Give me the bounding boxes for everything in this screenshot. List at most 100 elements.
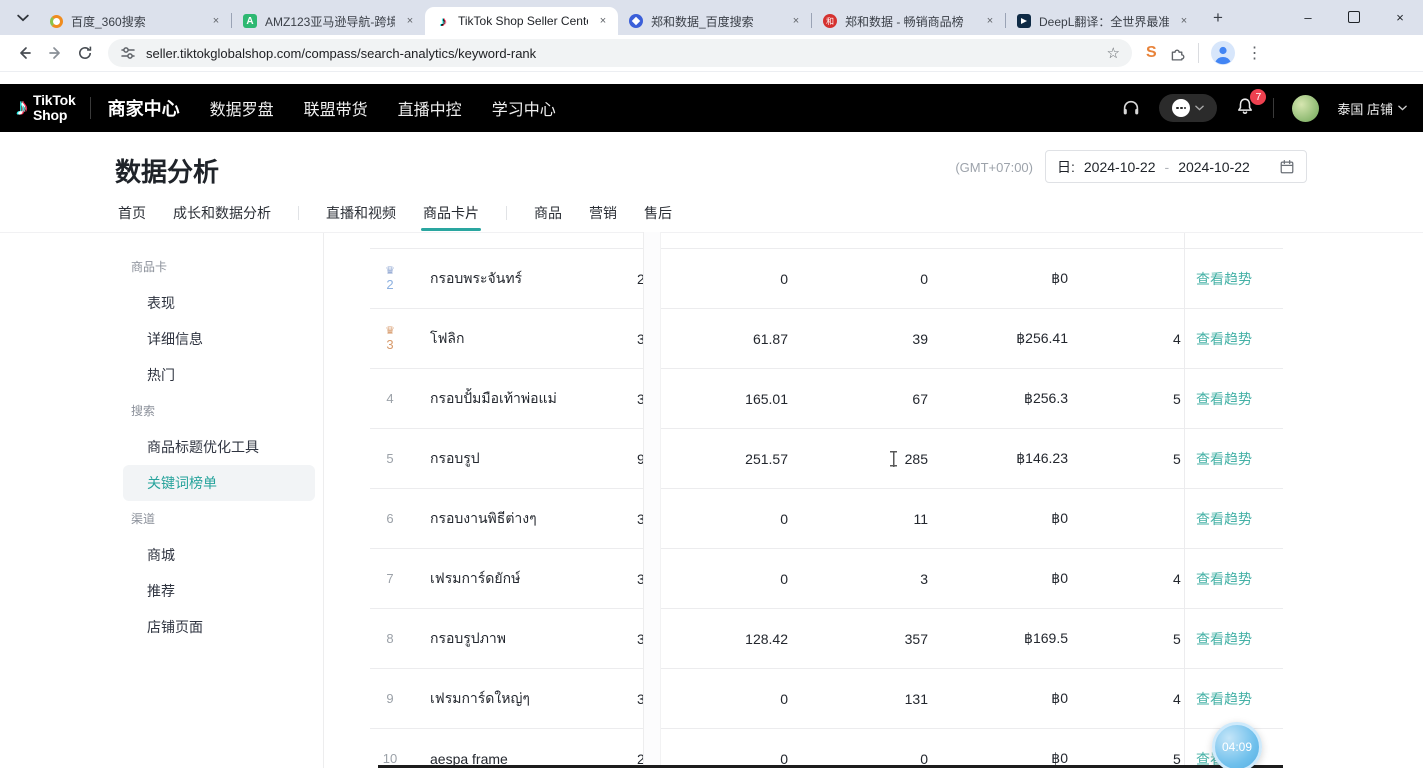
url-text[interactable]: seller.tiktokglobalshop.com/compass/sear… <box>146 46 1107 61</box>
browser-tab-zhenghe-baidu[interactable]: 郑和数据_百度搜索 × <box>618 7 811 35</box>
timezone-label: (GMT+07:00) <box>955 160 1033 175</box>
sticky-column-border <box>1184 233 1185 768</box>
clipped-value <box>1173 249 1184 308</box>
maximize-button[interactable] <box>1331 0 1377 34</box>
tiktok-shop-logo[interactable]: ♪ TikTok Shop <box>16 93 76 122</box>
sidebar-item-mall[interactable]: 商城 <box>115 537 323 573</box>
keyword-cell: aespa frame <box>430 729 635 768</box>
value-cell: 0 <box>830 249 928 308</box>
keyword-cell: กรอบพระจันทร์ <box>430 249 635 308</box>
site-info-icon[interactable] <box>120 45 136 61</box>
extensions-puzzle-icon[interactable] <box>1169 45 1186 62</box>
rank-cell: 5 <box>376 429 404 488</box>
value-cell: 11 <box>830 489 928 548</box>
back-button[interactable] <box>10 38 40 68</box>
window-close-button[interactable]: × <box>1377 0 1423 34</box>
value-cell: 0 <box>690 489 788 548</box>
gmv-cell: ฿0 <box>970 669 1068 728</box>
keyword-cell: เฟรมการ์ดยักษ์ <box>430 549 635 608</box>
shop-switcher[interactable]: 泰国 店铺 <box>1337 99 1407 118</box>
browser-menu-icon[interactable]: ⋮ <box>1247 43 1263 63</box>
nav-data-compass[interactable]: 数据罗盘 <box>210 96 274 120</box>
new-tab-button[interactable]: + <box>1205 5 1231 31</box>
view-trend-link[interactable]: 查看趋势 <box>1196 249 1252 308</box>
view-trend-link[interactable]: 查看趋势 <box>1196 489 1252 548</box>
table-row: 7 เฟรมการ์ดยักษ์ 3 0 3 ฿0 4 查看趋势 <box>370 549 1283 609</box>
messages-button[interactable] <box>1159 94 1217 122</box>
tab-close-icon[interactable]: × <box>788 13 804 29</box>
tab-live-video[interactable]: 直播和视频 <box>326 203 396 223</box>
tab-close-icon[interactable]: × <box>402 13 418 29</box>
tab-close-icon[interactable]: × <box>595 13 611 29</box>
browser-tab-baidu360[interactable]: 百度_360搜索 × <box>38 7 231 35</box>
sidebar-border <box>323 233 324 768</box>
date-range-picker[interactable]: 日: 2024-10-22 - 2024-10-22 <box>1045 150 1307 183</box>
sidebar-item-keyword-rank[interactable]: 关键词榜单 <box>123 465 315 501</box>
crown-icon: ♛ <box>385 266 395 277</box>
shop-avatar[interactable] <box>1292 95 1319 122</box>
extension-s-icon[interactable]: S <box>1146 44 1157 62</box>
view-trend-link[interactable]: 查看趋势 <box>1196 609 1252 668</box>
forward-button[interactable] <box>40 38 70 68</box>
tab-close-icon[interactable]: × <box>982 13 998 29</box>
sidebar-item-shop-page[interactable]: 店铺页面 <box>115 609 323 645</box>
view-trend-link[interactable]: 查看趋势 <box>1196 549 1252 608</box>
clipped-value: 4 <box>1173 549 1184 608</box>
sidebar-item-recommend[interactable]: 推荐 <box>115 573 323 609</box>
value-cell: 3 <box>830 549 928 608</box>
tab-search-button[interactable] <box>10 5 36 31</box>
nav-seller-center[interactable]: 商家中心 <box>108 95 180 121</box>
value-cell: 357 <box>830 609 928 668</box>
chevron-down-icon <box>1195 105 1204 111</box>
browser-tab-tiktok-active[interactable]: ♪ TikTok Shop Seller Cente × <box>425 7 618 35</box>
profile-avatar-icon[interactable] <box>1211 41 1235 65</box>
tab-home[interactable]: 首页 <box>118 203 146 223</box>
browser-tab-zhenghe-rank[interactable]: 和 郑和数据 - 畅销商品榜 × <box>812 7 1005 35</box>
notifications-button[interactable]: 7 <box>1235 96 1255 121</box>
tab-close-icon[interactable]: × <box>208 13 224 29</box>
sidebar: 商品卡 表现 详细信息 热门 搜索 商品标题优化工具 关键词榜单 渠道 商城 推… <box>115 233 323 645</box>
rank-cell: 7 <box>376 549 404 608</box>
rank-cell: 4 <box>376 369 404 428</box>
tab-after-sale[interactable]: 售后 <box>644 203 672 223</box>
sidebar-item-title-optimizer[interactable]: 商品标题优化工具 <box>115 429 323 465</box>
table-row: 10 aespa frame 2 0 0 ฿0 5 查看趋势 <box>370 729 1283 768</box>
nav-learning-center[interactable]: 学习中心 <box>492 96 556 120</box>
tab-growth-analytics[interactable]: 成长和数据分析 <box>173 203 271 223</box>
floating-timer-widget[interactable]: 04:09 <box>1212 722 1262 768</box>
keyword-cell: กรอบปั้มมือเท้าพ่อแม่ <box>430 369 635 428</box>
date-end: 2024-10-22 <box>1178 159 1250 175</box>
reload-button[interactable] <box>70 38 100 68</box>
value-cell: 0 <box>830 729 928 768</box>
page-title: 数据分析 <box>115 152 219 189</box>
sidebar-item-performance[interactable]: 表现 <box>115 285 323 321</box>
browser-tab-amz123[interactable]: A AMZ123亚马逊导航-跨境… × <box>232 7 425 35</box>
view-trend-link[interactable]: 查看趋势 <box>1196 669 1252 728</box>
view-trend-link[interactable]: 查看趋势 <box>1196 369 1252 428</box>
nav-live-console[interactable]: 直播中控 <box>398 96 462 120</box>
tab-product-card[interactable]: 商品卡片 <box>423 203 479 223</box>
sidebar-item-details[interactable]: 详细信息 <box>115 321 323 357</box>
rank-number: 3 <box>386 338 393 351</box>
value-cell: 0 <box>690 549 788 608</box>
nav-affiliate[interactable]: 联盟带货 <box>304 96 368 120</box>
bookmark-star-icon[interactable]: ☆ <box>1107 44 1120 62</box>
gmv-cell: ฿146.23 <box>970 429 1068 488</box>
address-bar[interactable]: seller.tiktokglobalshop.com/compass/sear… <box>108 39 1132 67</box>
gmv-cell: ฿0 <box>970 729 1068 768</box>
tab-product[interactable]: 商品 <box>534 203 562 223</box>
sidebar-item-trending[interactable]: 热门 <box>115 357 323 393</box>
rank-cell: ♛3 <box>376 309 404 368</box>
view-trend-link[interactable]: 查看趋势 <box>1196 309 1252 368</box>
browser-tab-deepl[interactable]: DeepL翻译：全世界最准… × <box>1006 7 1199 35</box>
extensions-area: S ⋮ <box>1146 41 1263 65</box>
view-trend-link[interactable]: 查看趋势 <box>1196 429 1252 488</box>
value-cell: 0 <box>690 669 788 728</box>
headset-icon[interactable] <box>1121 98 1141 118</box>
chevron-down-icon <box>1398 105 1407 111</box>
keyword-cell: กรอบงานพิธีต่างๆ <box>430 489 635 548</box>
tab-marketing[interactable]: 营销 <box>589 203 617 223</box>
tab-close-icon[interactable]: × <box>1176 13 1192 29</box>
tab-title: DeepL翻译：全世界最准… <box>1039 13 1169 30</box>
minimize-button[interactable]: – <box>1285 0 1331 34</box>
